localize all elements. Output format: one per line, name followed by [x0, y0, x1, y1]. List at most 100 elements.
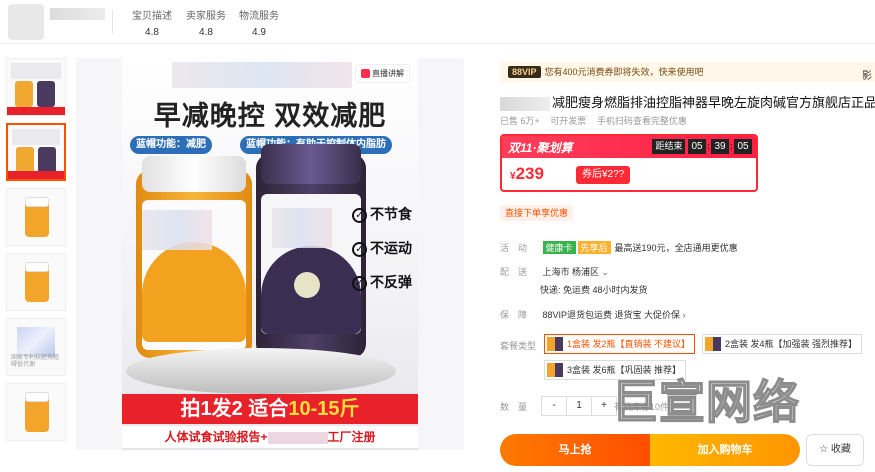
- price: ¥239: [510, 164, 544, 184]
- activity-tag: 健康卡: [542, 241, 576, 254]
- star-icon: ☆: [819, 444, 829, 455]
- countdown-timer: 距结束 05:39:05: [652, 139, 752, 154]
- after-coupon-price[interactable]: 券后¥2??: [576, 166, 631, 184]
- benefit-label: 不运动: [370, 240, 412, 256]
- ship-from-select[interactable]: 上海市 杨浦区: [543, 267, 600, 277]
- bottle-lid: [261, 144, 361, 184]
- main-product-image[interactable]: 直播讲解 早减晚控 双效减肥 蓝帽功能：减肥 蓝帽功能：有助于控制体内脂肪 ✓不…: [76, 58, 464, 450]
- product-title-text: 减肥瘦身燃脂排油控脂神器早晚左旋肉碱官方旗舰店正品S: [552, 95, 875, 110]
- thumbnail-6[interactable]: [6, 383, 66, 441]
- bluehat-badge-left: 蓝帽功能：减肥: [130, 136, 212, 154]
- coupon-link[interactable]: 直接下单享优惠: [500, 205, 574, 221]
- activity-row: 活 动 健康卡 先享后 最高送190元，全店通用更优惠: [500, 241, 738, 254]
- quantity-input[interactable]: 1: [566, 397, 592, 415]
- score-value: 4.9: [252, 27, 266, 38]
- benefit-item: ✓ 不运动: [352, 238, 412, 258]
- shop-logo[interactable]: [8, 4, 44, 40]
- display-plate: [126, 348, 396, 394]
- blurred-brand: [500, 96, 550, 111]
- row-label: 活 动: [500, 243, 528, 253]
- package-label: 1盒装 发2瓶【直销装 不建议】: [567, 339, 691, 349]
- chevron-right-icon[interactable]: ›: [683, 310, 686, 320]
- score-label: 卖家服务: [186, 11, 226, 22]
- thumb-band: [8, 171, 64, 179]
- chevron-down-icon[interactable]: ⌄: [602, 267, 610, 277]
- thumb-blurred-image: [17, 327, 55, 357]
- promo-text: 拍1发2 适合: [180, 398, 289, 420]
- live-icon: [361, 69, 370, 79]
- bottle-lid: [142, 156, 246, 192]
- divider: [112, 10, 113, 34]
- sold-count: 已售 6万+: [500, 116, 540, 126]
- invoice-label: 可开发票: [550, 116, 587, 126]
- score-logistics: 物流服务 4.9: [229, 7, 289, 38]
- benefit-item: ✓ 不节食: [352, 204, 412, 224]
- thumb-caption: 国家专利抗肥及阻碍低代谢: [11, 355, 60, 368]
- row-label: 数 量: [500, 402, 528, 412]
- product-title: 减肥瘦身燃脂排油控脂神器早晚左旋肉碱官方旗舰店正品S: [500, 92, 875, 111]
- moon-icon: [294, 272, 320, 298]
- package-option-1[interactable]: 1盒装 发2瓶【直销装 不建议】: [544, 334, 696, 354]
- watermark: 巨宣网络: [611, 375, 800, 429]
- check-icon: ✓: [352, 241, 367, 257]
- favorite-label: 收藏: [830, 444, 851, 455]
- scan-note[interactable]: 手机扫码查看完整优惠: [597, 116, 687, 126]
- benefit-item: ✓ 不反弹: [352, 272, 412, 292]
- live-explain-badge[interactable]: 直播讲解: [355, 64, 410, 83]
- blurred-text: [267, 431, 328, 444]
- thumbnail-3[interactable]: [6, 188, 66, 246]
- thumb-bottle-icon: [25, 197, 49, 237]
- favorite-button[interactable]: ☆ 收藏: [806, 434, 864, 466]
- thumb-bottle-icon: [37, 81, 55, 107]
- thumbnail-5[interactable]: 国家专利抗肥及阻碍低代谢: [6, 318, 66, 376]
- promo-highlight: 10-15斤: [288, 398, 360, 420]
- quantity-row: 数 量: [500, 400, 540, 413]
- report-text: 人体试食试验报告+: [164, 430, 268, 444]
- live-badge-label: 直播讲解: [372, 69, 404, 78]
- thumbnail-list: 国家专利抗肥及阻碍低代谢: [6, 58, 66, 448]
- score-description: 宝贝描述 4.8: [122, 7, 182, 38]
- blurred-label: [142, 210, 212, 250]
- thumbnail-2-selected[interactable]: [6, 123, 66, 181]
- add-to-cart-button[interactable]: 加入购物车: [650, 434, 800, 466]
- benefit-label: 不节食: [370, 206, 412, 222]
- bottle-arc: [142, 242, 246, 342]
- thumb-bottle-icon: [15, 81, 33, 107]
- blurred-brand: [172, 62, 352, 88]
- score-label: 宝贝描述: [132, 11, 172, 22]
- quantity-stepper: - 1 +: [541, 396, 617, 416]
- thumb-header: [12, 129, 60, 145]
- activity-text[interactable]: 最高送190元，全店通用更优惠: [615, 243, 738, 253]
- package-thumb-icon: [705, 337, 721, 351]
- benefit-list: ✓ 不节食 ✓ 不运动 ✓ 不反弹: [352, 204, 412, 306]
- buy-now-button[interactable]: 马上抢: [500, 434, 650, 466]
- poster-headline: 早减晚控 双效减肥: [153, 101, 387, 131]
- thumb-bottle-icon: [16, 147, 34, 173]
- deal-header: 双11·聚划算 距结束 05:39:05: [502, 136, 756, 158]
- shipping-row: 配 送 上海市 杨浦区 ⌄: [500, 265, 609, 278]
- thumbnail-4[interactable]: [6, 253, 66, 311]
- package-row: 套餐类型: [500, 339, 540, 352]
- score-value: 4.8: [145, 27, 159, 38]
- deal-name: 双11·聚划算: [508, 141, 573, 155]
- thumb-header: [11, 63, 61, 79]
- product-poster: 直播讲解 早减晚控 双效减肥 蓝帽功能：减肥 蓝帽功能：有助于控制体内脂肪 ✓不…: [122, 58, 418, 450]
- shop-name-blurred[interactable]: [50, 8, 105, 20]
- check-icon: ✓: [352, 207, 367, 223]
- score-service: 卖家服务 4.8: [176, 7, 236, 38]
- vip-notice-bar[interactable]: 88VIP 您有400元消费券即将失效，快来使用吧: [500, 62, 875, 82]
- report-line: 人体试食试验报告+ 工厂注册: [122, 426, 418, 448]
- row-label: 配 送: [500, 267, 528, 277]
- guarantee-row: 保 障 88VIP退货包运费 退货宝 大促价保 ›: [500, 308, 686, 321]
- thumbnail-1[interactable]: [6, 58, 66, 116]
- quantity-minus-button[interactable]: -: [542, 397, 566, 415]
- package-thumb-icon: [547, 363, 563, 377]
- blurred-label: [272, 208, 332, 248]
- countdown-seconds: 05: [734, 139, 752, 154]
- package-option-2[interactable]: 2盒装 发4瓶【加强装 强烈推荐】: [702, 334, 863, 354]
- shipping-detail: 快递: 免运费 48小时内发货: [540, 283, 648, 296]
- shop-header: 宝贝描述 4.8 卖家服务 4.8 物流服务 4.9: [0, 0, 875, 44]
- vip-notice-text: 您有400元消费券即将失效，快来使用吧: [544, 67, 704, 77]
- row-label: 套餐类型: [500, 341, 537, 351]
- price-value: 239: [515, 164, 544, 183]
